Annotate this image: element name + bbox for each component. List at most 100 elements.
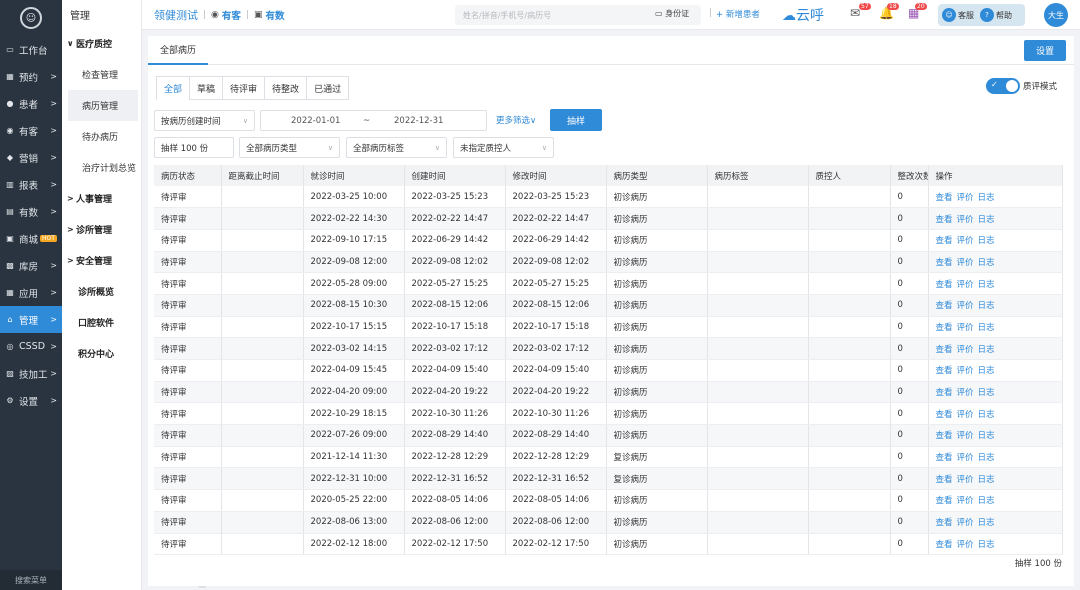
review-link[interactable]: 评价 [957, 280, 974, 290]
view-link[interactable]: 查看 [936, 280, 953, 290]
log-link[interactable]: 日志 [978, 431, 995, 441]
view-link[interactable]: 查看 [936, 366, 953, 376]
submenu-plain-0[interactable]: 诊所概览 [62, 276, 141, 307]
cloud-call-button[interactable]: ☁云呼 [782, 5, 824, 25]
toggle-switch[interactable]: ✓ [986, 78, 1020, 94]
submenu-plain-1[interactable]: 口腔软件 [62, 307, 141, 338]
submenu-group-0[interactable]: ∨ 医疗质控 [62, 28, 141, 59]
table-row[interactable]: 待评审 2022-02-22 14:30 2022-02-22 14:47 2022-… [154, 207, 1063, 230]
status-tab-2[interactable]: 待评审 [222, 76, 266, 100]
log-link[interactable]: 日志 [978, 518, 995, 528]
sidebar-item-5[interactable]: ▥ 报表 > [0, 171, 62, 198]
log-link[interactable]: 日志 [978, 301, 995, 311]
review-link[interactable]: 评价 [957, 410, 974, 420]
tab-all-records[interactable]: 全部病历 [148, 36, 209, 65]
table-row[interactable]: 待评审 2022-04-09 15:45 2022-04-09 15:40 2022-… [154, 359, 1063, 382]
review-link[interactable]: 评价 [957, 301, 974, 311]
review-link[interactable]: 评价 [957, 540, 974, 550]
qc-mode-toggle[interactable]: ✓ 质评模式 [986, 78, 1057, 94]
table-row[interactable]: 待评审 2022-12-31 10:00 2022-12-31 16:52 2022-… [154, 467, 1063, 491]
youshu-link[interactable]: 有数 [265, 8, 284, 22]
view-link[interactable]: 查看 [936, 236, 953, 246]
review-link[interactable]: 评价 [957, 193, 974, 203]
submenu-item-0-2[interactable]: 待办病历 [62, 121, 141, 152]
submenu-item-0-1[interactable]: 病历管理 [68, 90, 138, 121]
review-link[interactable]: 评价 [957, 258, 974, 268]
view-link[interactable]: 查看 [936, 496, 953, 506]
status-tab-1[interactable]: 草稿 [189, 76, 224, 100]
review-link[interactable]: 评价 [957, 475, 974, 485]
sidebar-item-11[interactable]: ◎ CSSD > [0, 333, 62, 360]
sidebar-item-6[interactable]: ▤ 有数 > [0, 198, 62, 225]
sidebar-item-2[interactable]: ● 患者 > [0, 90, 62, 117]
add-patient-button[interactable]: + 新增患者 [716, 8, 760, 20]
view-link[interactable]: 查看 [936, 540, 953, 550]
log-link[interactable]: 日志 [978, 345, 995, 355]
log-link[interactable]: 日志 [978, 236, 995, 246]
view-link[interactable]: 查看 [936, 258, 953, 268]
submenu-item-0-3[interactable]: 治疗计划总览 [62, 152, 141, 183]
table-row[interactable]: 待评审 2022-04-20 09:00 2022-04-20 19:22 2022-… [154, 381, 1063, 404]
service-button[interactable]: 客服 [958, 10, 974, 21]
sort-select[interactable]: 按病历创建时间 ∨ [154, 110, 255, 131]
submenu-group-3[interactable]: > 安全管理 [62, 245, 141, 276]
review-link[interactable]: 评价 [957, 345, 974, 355]
log-link[interactable]: 日志 [978, 215, 995, 225]
review-link[interactable]: 评价 [957, 453, 974, 463]
view-link[interactable]: 查看 [936, 453, 953, 463]
log-link[interactable]: 日志 [978, 193, 995, 203]
view-link[interactable]: 查看 [936, 431, 953, 441]
status-tab-3[interactable]: 待整改 [264, 76, 308, 100]
submenu-plain-2[interactable]: 积分中心 [62, 338, 141, 369]
sample-count-input[interactable]: 抽样 100 份 [154, 137, 234, 158]
status-tab-4[interactable]: 已通过 [306, 76, 350, 100]
avatar[interactable]: 大生 [1044, 3, 1068, 27]
review-link[interactable]: 评价 [957, 323, 974, 333]
view-link[interactable]: 查看 [936, 215, 953, 225]
submenu-item-0-0[interactable]: 检查管理 [62, 59, 141, 90]
sidebar-item-13[interactable]: ⚙ 设置 > [0, 387, 62, 414]
idcard-button[interactable]: ▭ 身份证 [655, 8, 689, 19]
submenu-group-2[interactable]: > 诊所管理 [62, 214, 141, 245]
more-filters-link[interactable]: 更多筛选∨ [496, 114, 536, 126]
sidebar-item-1[interactable]: ▦ 预约 > [0, 63, 62, 90]
table-row[interactable]: 待评审 2022-07-26 09:00 2022-08-29 14:40 2022-… [154, 424, 1063, 447]
review-link[interactable]: 评价 [957, 236, 974, 246]
review-link[interactable]: 评价 [957, 431, 974, 441]
table-row[interactable]: 待评审 2021-12-14 11:30 2022-12-28 12:29 2022-… [154, 446, 1063, 469]
sidebar-item-4[interactable]: ◆ 营销 > [0, 144, 62, 171]
table-row[interactable]: 待评审 2022-03-02 14:15 2022-03-02 17:12 2022-… [154, 337, 1063, 360]
qc-person-select[interactable]: 未指定质控人 ∨ [453, 137, 554, 158]
review-link[interactable]: 评价 [957, 518, 974, 528]
view-link[interactable]: 查看 [936, 410, 953, 420]
log-link[interactable]: 日志 [978, 540, 995, 550]
view-link[interactable]: 查看 [936, 388, 953, 398]
view-link[interactable]: 查看 [936, 518, 953, 528]
log-link[interactable]: 日志 [978, 258, 995, 268]
sidebar-item-0[interactable]: ▭ 工作台 [0, 36, 62, 63]
review-link[interactable]: 评价 [957, 388, 974, 398]
table-row[interactable]: 待评审 2022-03-25 10:00 2022-03-25 15:23 2022-… [154, 186, 1063, 209]
log-link[interactable]: 日志 [978, 496, 995, 506]
table-row[interactable]: 待评审 2022-08-15 10:30 2022-08-15 12:06 2022-… [154, 294, 1063, 317]
log-link[interactable]: 日志 [978, 280, 995, 290]
review-link[interactable]: 评价 [957, 215, 974, 225]
table-row[interactable]: 待评审 2020-05-25 22:00 2022-08-05 14:06 2022-… [154, 489, 1063, 512]
log-link[interactable]: 日志 [978, 366, 995, 376]
view-link[interactable]: 查看 [936, 345, 953, 355]
sidebar-item-3[interactable]: ◉ 有客 > [0, 117, 62, 144]
log-link[interactable]: 日志 [978, 388, 995, 398]
log-link[interactable]: 日志 [978, 453, 995, 463]
view-link[interactable]: 查看 [936, 323, 953, 333]
sidebar-item-8[interactable]: ▩ 库房 > [0, 252, 62, 279]
table-row[interactable]: 待评审 2022-09-10 17:15 2022-06-29 14:42 2022-… [154, 229, 1063, 252]
table-row[interactable]: 待评审 2022-02-12 18:00 2022-02-12 17:50 2022-… [154, 533, 1063, 556]
view-link[interactable]: 查看 [936, 193, 953, 203]
log-link[interactable]: 日志 [978, 475, 995, 485]
help-button[interactable]: 帮助 [996, 10, 1012, 21]
table-row[interactable]: 待评审 2022-10-29 18:15 2022-10-30 11:26 2022-… [154, 402, 1063, 426]
review-link[interactable]: 评价 [957, 496, 974, 506]
sidebar-item-9[interactable]: ▦ 应用 > [0, 279, 62, 306]
record-tag-select[interactable]: 全部病历标签 ∨ [346, 137, 447, 158]
search-menu-button[interactable]: 搜索菜单 [0, 570, 62, 590]
